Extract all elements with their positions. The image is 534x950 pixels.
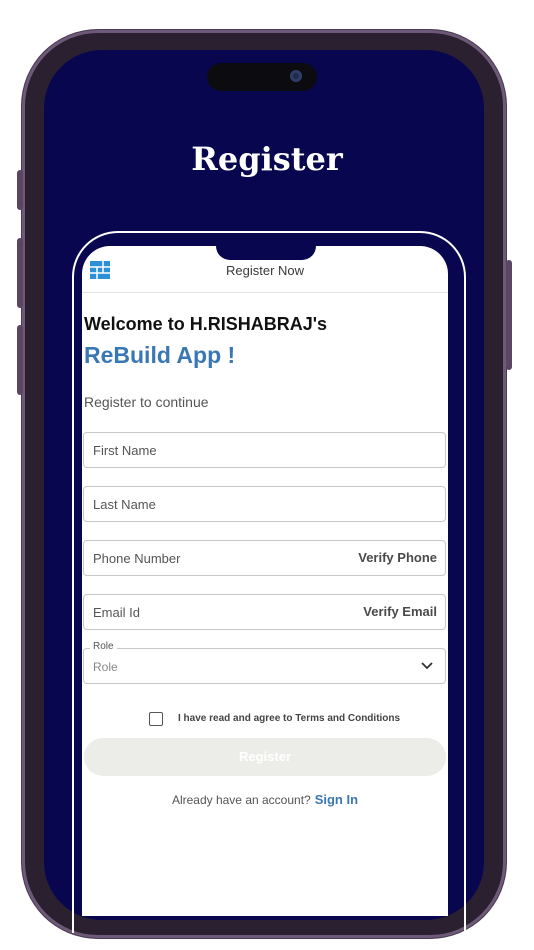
app-name-heading: ReBuild App ! [84, 342, 236, 368]
email-field[interactable]: Email Id Verify Email [83, 594, 446, 630]
verify-phone-button[interactable]: Verify Phone [358, 550, 437, 565]
register-button[interactable]: Register [84, 738, 446, 776]
last-name-placeholder: Last Name [93, 497, 156, 512]
email-placeholder: Email Id [93, 605, 140, 620]
phone-side-button [506, 260, 512, 370]
inner-notch [216, 242, 316, 260]
phone-side-button [17, 325, 23, 395]
terms-checkbox[interactable] [149, 712, 163, 726]
phone-number-placeholder: Phone Number [93, 551, 181, 566]
first-name-field[interactable]: First Name [83, 432, 446, 468]
phone-number-field[interactable]: Phone Number Verify Phone [83, 540, 446, 576]
screen-title: Register [191, 140, 343, 178]
first-name-placeholder: First Name [93, 443, 157, 458]
signin-row: Already have an account? Sign In [82, 792, 448, 807]
app-bar-title: Register Now [225, 263, 305, 278]
subtitle-text: Register to continue [84, 394, 209, 410]
welcome-heading: Welcome to H.RISHABRAJ's [84, 314, 327, 334]
phone-side-button [17, 238, 23, 308]
verify-email-button[interactable]: Verify Email [363, 604, 437, 619]
role-label: Role [90, 641, 117, 652]
camera-icon [290, 70, 302, 82]
role-value: Role [93, 660, 118, 674]
signin-prompt: Already have an account? [171, 793, 311, 807]
terms-text: I have read and agree to Terms and Condi… [178, 713, 401, 724]
signin-link[interactable]: Sign In [315, 792, 358, 807]
last-name-field[interactable]: Last Name [83, 486, 446, 522]
chevron-down-icon [421, 662, 433, 670]
app-screen: Register Now Welcome to H.RISHABRAJ's Re… [82, 246, 448, 916]
role-select[interactable]: Role Role [83, 641, 446, 684]
